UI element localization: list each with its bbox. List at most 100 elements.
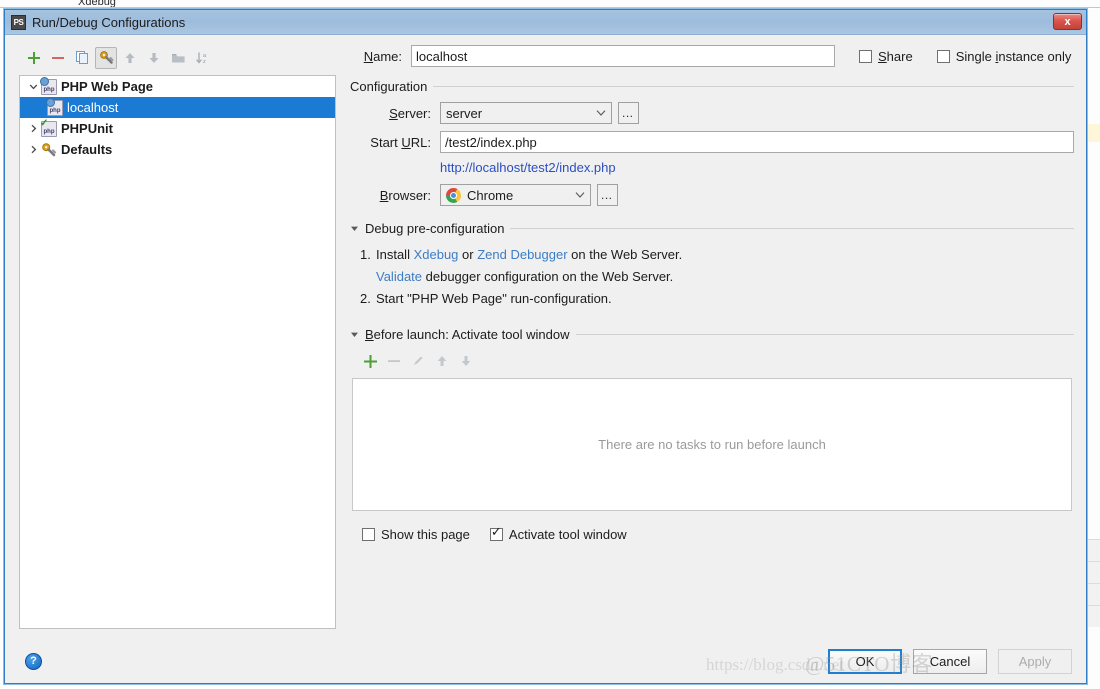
share-label: Share: [878, 48, 913, 64]
configurations-tree[interactable]: php PHP Web Page php localhost php ✓ PHP…: [19, 75, 336, 629]
move-down-button[interactable]: [143, 47, 165, 69]
group-divider: [433, 86, 1074, 87]
configurations-panel: a z php PHP Web Page php localhost php ✓…: [19, 45, 336, 639]
arrow-up-icon: [125, 52, 135, 63]
name-label: Name:: [363, 48, 402, 64]
close-icon[interactable]: x: [1053, 13, 1082, 30]
dialog-footer: ? OK Cancel Apply: [5, 639, 1086, 683]
share-checkbox[interactable]: Share: [859, 49, 913, 64]
copy-icon: [75, 51, 88, 64]
server-label: Server:: [389, 105, 431, 121]
debug-preconfiguration-header: Debug pre-configuration: [350, 220, 1074, 237]
dialog-titlebar[interactable]: PS Run/Debug Configurations x: [5, 10, 1086, 35]
zend-debugger-link[interactable]: Zend Debugger: [477, 247, 567, 262]
minus-icon: [388, 360, 400, 362]
before-launch-header: Before launch: Activate tool window: [350, 326, 1074, 343]
xdebug-link[interactable]: Xdebug: [414, 247, 459, 262]
tree-item-label: Defaults: [61, 142, 113, 157]
sort-az-icon: a z: [195, 52, 207, 65]
step-text: Install Xdebug or Zend Debugger on the W…: [376, 247, 683, 262]
task-move-up-button[interactable]: [432, 351, 452, 371]
configuration-editor: Name: Share Single instance only Configu…: [336, 45, 1074, 639]
remove-configuration-button[interactable]: [47, 47, 69, 69]
single-instance-label: Single instance only: [955, 48, 1072, 64]
server-browse-button[interactable]: ...: [618, 102, 639, 124]
php-web-page-icon: php: [46, 97, 63, 116]
step-number: 1.: [360, 247, 371, 262]
configuration-group: Configuration Server: server ... Start U…: [350, 78, 1074, 206]
dialog-body: a z php PHP Web Page php localhost php ✓…: [5, 35, 1086, 639]
start-url-preview-row: http://localhost/test2/index.php: [440, 160, 1074, 175]
edit-task-button[interactable]: [408, 351, 428, 371]
chevron-down-icon[interactable]: [591, 109, 611, 117]
cancel-button[interactable]: Cancel: [913, 648, 987, 674]
single-instance-checkbox[interactable]: Single instance only: [936, 48, 1072, 64]
before-launch-toolbar: [360, 350, 1074, 372]
arrow-down-icon: [461, 356, 471, 366]
browser-browse-button[interactable]: ...: [597, 184, 618, 206]
share-checkbox-box[interactable]: [859, 49, 872, 63]
validate-link[interactable]: Validate: [376, 269, 422, 284]
chevron-down-icon[interactable]: [570, 191, 590, 199]
browser-row: Browser: Chrome ...: [350, 184, 1074, 206]
debug-step-1: 1. Install Xdebug or Zend Debugger on th…: [360, 244, 1074, 266]
chevron-right-icon[interactable]: [26, 124, 41, 133]
phpunit-icon: php ✓: [40, 118, 57, 137]
move-up-button[interactable]: [119, 47, 141, 69]
remove-task-button[interactable]: [384, 351, 404, 371]
apply-button: Apply: [998, 648, 1072, 674]
tree-toolbar: a z: [19, 45, 336, 70]
chrome-icon: [446, 187, 461, 203]
pencil-icon: [414, 356, 423, 365]
browser-select[interactable]: Chrome: [440, 184, 591, 206]
sort-alphabetically-button[interactable]: a z: [191, 47, 213, 69]
collapse-triangle-icon[interactable]: [350, 330, 359, 339]
add-configuration-button[interactable]: [23, 47, 45, 69]
minus-icon: [52, 56, 64, 59]
move-into-folder-button[interactable]: [167, 47, 189, 69]
before-launch-options: Show this page Activate tool window: [362, 525, 1074, 542]
configuration-group-title: Configuration: [350, 79, 428, 94]
name-input[interactable]: [411, 45, 835, 67]
activate-tool-window-checkbox-box[interactable]: [489, 525, 503, 541]
server-row: Server: server ...: [350, 102, 1074, 124]
show-this-page-checkbox-box[interactable]: [362, 528, 375, 541]
before-launch-tasks-panel[interactable]: There are no tasks to run before launch: [352, 378, 1072, 511]
dialog-action-buttons: OK Cancel Apply: [828, 648, 1072, 674]
task-move-down-button[interactable]: [456, 351, 476, 371]
browser-label: Browser:: [379, 187, 431, 203]
server-value: server: [446, 105, 483, 121]
tree-item-php-web-page[interactable]: php PHP Web Page: [20, 76, 335, 97]
activate-tool-window-checkbox[interactable]: Activate tool window: [489, 525, 627, 542]
ok-button[interactable]: OK: [828, 648, 902, 674]
before-launch-group: Before launch: Activate tool window Ther…: [350, 326, 1074, 542]
background-ghost-text: Xdebug: [78, 0, 116, 8]
step-text: Start "PHP Web Page" run-configuration.: [376, 291, 612, 306]
server-select[interactable]: server: [440, 102, 612, 124]
debug-preconfiguration-group: Debug pre-configuration 1. Install Xdebu…: [350, 220, 1074, 310]
debug-preconfiguration-steps: 1. Install Xdebug or Zend Debugger on th…: [360, 244, 1074, 310]
tree-item-localhost[interactable]: php localhost: [20, 97, 335, 118]
edit-defaults-button[interactable]: [95, 46, 117, 69]
validate-row: Validate debugger configuration on the W…: [376, 269, 674, 284]
show-this-page-checkbox[interactable]: Show this page: [362, 527, 470, 542]
help-icon[interactable]: ?: [25, 652, 42, 670]
tree-item-phpunit[interactable]: php ✓ PHPUnit: [20, 118, 335, 139]
step-number: 2.: [360, 291, 371, 306]
collapse-triangle-icon[interactable]: [350, 224, 359, 233]
debug-preconfiguration-title: Debug pre-configuration: [365, 221, 505, 236]
run-debug-configurations-dialog: PS Run/Debug Configurations x a z php PH…: [4, 9, 1087, 684]
start-url-preview-link[interactable]: http://localhost/test2/index.php: [440, 160, 616, 175]
add-task-button[interactable]: [360, 351, 380, 371]
chevron-right-icon[interactable]: [26, 145, 41, 154]
phpstorm-icon: PS: [11, 14, 26, 30]
name-row: Name: Share Single instance only: [350, 45, 1074, 67]
copy-configuration-button[interactable]: [71, 47, 93, 69]
start-url-row: Start URL:: [350, 131, 1074, 153]
start-url-input[interactable]: [440, 131, 1074, 153]
single-instance-checkbox-box[interactable]: [936, 49, 950, 63]
tree-item-label: PHPUnit: [61, 121, 113, 136]
chevron-down-icon[interactable]: [26, 82, 41, 91]
tree-item-defaults[interactable]: Defaults: [20, 139, 335, 160]
arrow-down-icon: [149, 52, 159, 63]
